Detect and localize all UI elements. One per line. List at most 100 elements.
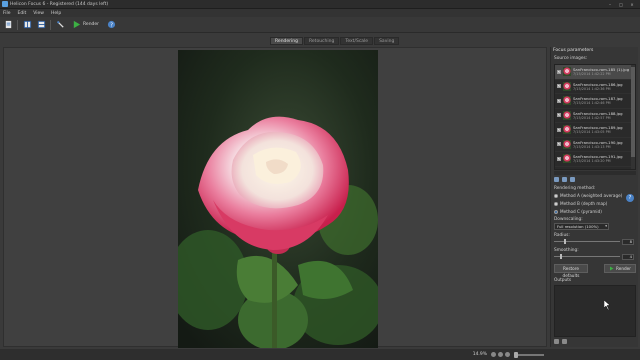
toolbar-separator	[50, 19, 51, 30]
list-item[interactable]: ✓ SanFrancisco-rom-190.jpg 7/15/2014 1:43…	[555, 138, 635, 152]
zoom-fit-icon[interactable]	[498, 352, 503, 357]
smoothing-control: 4	[554, 253, 634, 260]
panel-title: Focus parameters	[553, 48, 594, 53]
outputs-label: Outputs	[554, 278, 572, 283]
smoothing-slider[interactable]	[554, 254, 620, 259]
source-images-list[interactable]: ✓ SanFrancisco-rom-185 (1).jpg 7/15/2014 …	[554, 64, 636, 170]
save-icon[interactable]	[554, 339, 559, 344]
add-images-icon[interactable]	[554, 177, 559, 182]
source-date: 7/15/2014 1:43:20 PM	[573, 159, 611, 164]
menu-view[interactable]: View	[33, 11, 44, 16]
close-button[interactable]: ×	[628, 2, 636, 7]
image-canvas[interactable]	[3, 47, 547, 348]
tab-retouching[interactable]: Retouching	[303, 37, 340, 45]
radio-icon[interactable]	[554, 201, 558, 206]
radius-slider-knob[interactable]	[564, 239, 566, 244]
window-title: Helicon Focus 6 - Registered (144 days l…	[10, 1, 109, 7]
list-item[interactable]: ✓ SanFrancisco-rom-188.jpg 7/15/2014 1:42…	[555, 109, 635, 123]
outputs-list[interactable]	[554, 285, 636, 337]
tool-button[interactable]	[55, 20, 65, 30]
file-icon	[5, 20, 11, 29]
list-item[interactable]: ✓ SanFrancisco-rom-186.jpg 7/15/2014 1:42…	[555, 80, 635, 94]
method-a-label: Method A (weighted average)	[560, 193, 623, 198]
source-checkbox[interactable]: ✓	[557, 156, 561, 161]
svg-text:?: ?	[110, 22, 113, 28]
source-date: 7/15/2014 1:43:13 PM	[573, 144, 611, 149]
source-checkbox[interactable]: ✓	[557, 69, 561, 74]
preview-image	[178, 50, 378, 348]
radius-control: 8	[554, 238, 634, 245]
method-help-icon[interactable]: ?	[626, 194, 634, 202]
zoom-slider[interactable]	[514, 351, 544, 358]
app-icon	[2, 1, 8, 7]
source-date: 7/15/2014 1:42:57 PM	[573, 115, 611, 120]
list-actions	[554, 177, 575, 182]
outputs-actions	[554, 339, 567, 344]
list-item[interactable]: ✓ SanFrancisco-rom-189.jpg 7/15/2014 1:43…	[555, 123, 635, 138]
maximize-button[interactable]: □	[617, 2, 625, 7]
select-all-icon[interactable]	[562, 177, 567, 182]
status-bar: 14.9%	[0, 349, 640, 360]
source-checkbox[interactable]: ✓	[557, 98, 561, 103]
smoothing-spinbox[interactable]: 4	[622, 253, 634, 260]
panel-render-button[interactable]: Render	[604, 264, 636, 273]
thumbnail	[563, 154, 571, 164]
help-icon: ?	[107, 20, 115, 28]
scrollbar-thumb[interactable]	[631, 67, 635, 157]
downscaling-select[interactable]: Full resolution (100%) ▾	[554, 223, 609, 230]
thumbnail	[563, 110, 571, 120]
list-item[interactable]: ✓ SanFrancisco-rom-187.jpg 7/15/2014 1:42…	[555, 94, 635, 109]
radius-slider[interactable]	[554, 239, 620, 244]
toolbar-render-button[interactable]: Render	[69, 20, 102, 30]
menu-edit[interactable]: Edit	[18, 11, 27, 16]
tab-text-scale[interactable]: Text/Scale	[340, 37, 374, 45]
source-checkbox[interactable]: ✓	[557, 127, 561, 132]
rendering-method-label: Rendering method:	[554, 186, 596, 191]
refresh-icon[interactable]	[570, 177, 575, 182]
list-item[interactable]: ✓ SanFrancisco-rom-185 (1).jpg 7/15/2014 …	[555, 65, 635, 80]
smoothing-slider-knob[interactable]	[560, 254, 562, 259]
method-b-label: Method B (depth map)	[560, 201, 608, 206]
thumbnail	[563, 96, 571, 106]
method-b-option[interactable]: Method B (depth map)	[554, 201, 607, 206]
source-images-label: Source images:	[554, 56, 588, 61]
toolbar: Render ?	[0, 17, 640, 33]
chevron-down-icon: ▾	[605, 224, 607, 228]
menu-file[interactable]: File	[3, 11, 11, 16]
list-horizontal-scrollbar[interactable]	[554, 171, 636, 175]
thumbnail	[563, 67, 571, 77]
source-checkbox[interactable]: ✓	[557, 142, 561, 147]
source-date: 7/15/2014 1:42:36 PM	[573, 86, 611, 91]
toolbar-render-label: Render	[83, 22, 100, 27]
rose-image	[178, 50, 378, 348]
list-item[interactable]: ✓ SanFrancisco-rom-191.jpg 7/15/2014 1:43…	[555, 152, 635, 167]
zoom-slider-knob[interactable]	[514, 351, 518, 358]
layout-columns-button[interactable]	[22, 20, 32, 30]
radio-icon[interactable]	[554, 209, 558, 214]
zoom-out-icon[interactable]	[491, 352, 496, 357]
restore-defaults-button[interactable]: Restore defaults	[554, 264, 588, 278]
layout-rows-button[interactable]	[36, 20, 46, 30]
window-controls: – □ ×	[606, 2, 636, 7]
source-date: 7/15/2014 1:43:05 PM	[573, 130, 611, 135]
delete-icon[interactable]	[562, 339, 567, 344]
thumbnail	[563, 81, 571, 91]
method-c-option[interactable]: Method C (pyramid)	[554, 209, 602, 214]
method-a-option[interactable]: Method A (weighted average)	[554, 193, 622, 198]
wand-icon	[56, 21, 64, 28]
radius-spinbox[interactable]: 8	[622, 238, 634, 245]
zoom-in-icon[interactable]	[505, 352, 510, 357]
list-scrollbar[interactable]	[631, 65, 635, 169]
source-checkbox[interactable]: ✓	[557, 84, 561, 89]
source-checkbox[interactable]: ✓	[557, 113, 561, 118]
title-bar: Helicon Focus 6 - Registered (144 days l…	[0, 0, 640, 9]
open-file-button[interactable]	[3, 20, 13, 30]
menu-help[interactable]: Help	[51, 11, 61, 16]
help-button[interactable]: ?	[106, 20, 116, 30]
minimize-button[interactable]: –	[606, 2, 614, 7]
downscaling-label: Downscaling:	[554, 217, 583, 222]
thumbnail	[563, 139, 571, 149]
radio-icon[interactable]	[554, 193, 558, 198]
tab-saving[interactable]: Saving	[374, 37, 400, 45]
tab-rendering[interactable]: Rendering	[270, 37, 303, 45]
